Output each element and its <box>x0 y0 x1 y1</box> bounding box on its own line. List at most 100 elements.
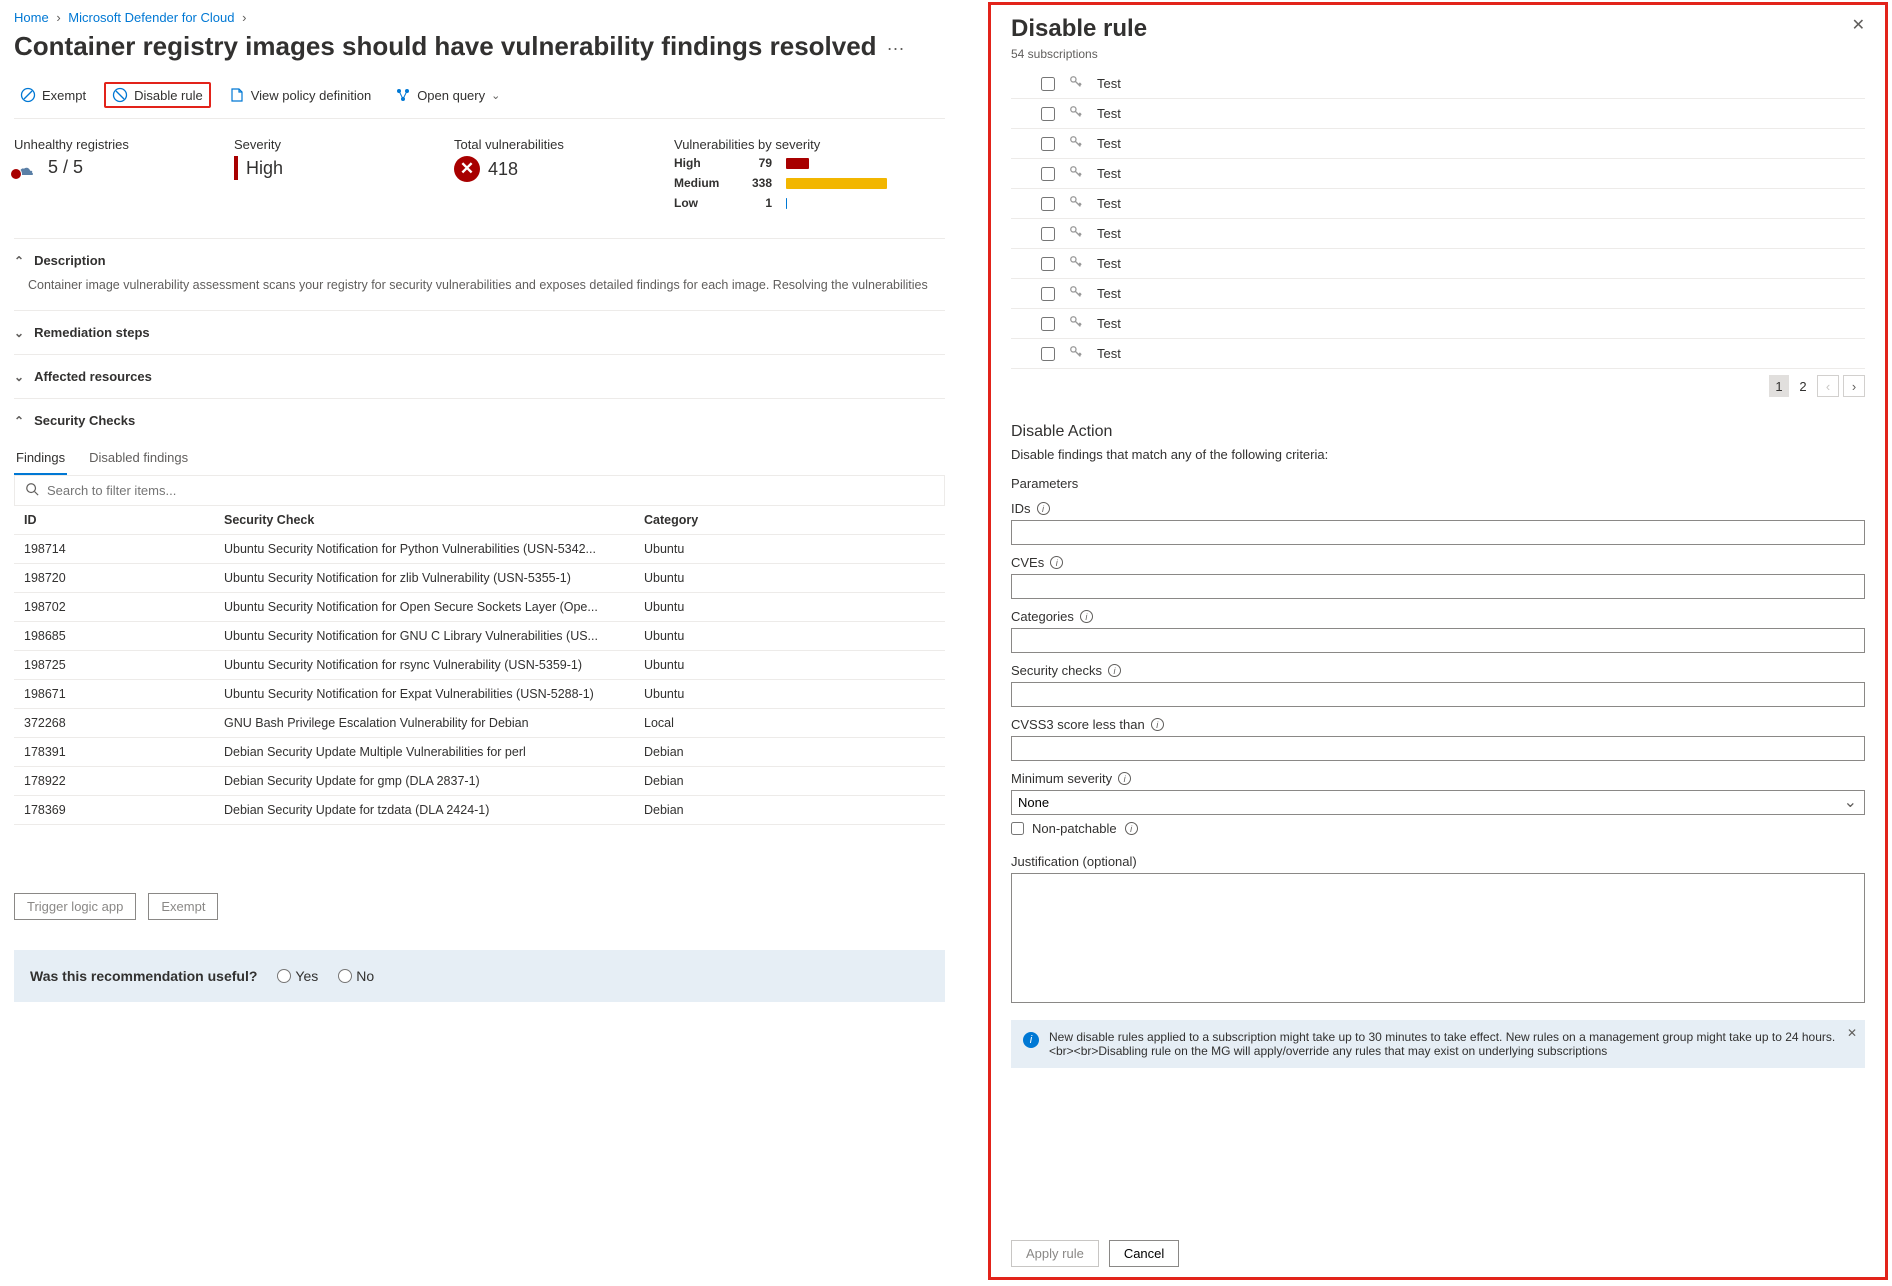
ids-input[interactable] <box>1011 520 1865 545</box>
info-icon[interactable]: i <box>1118 772 1131 785</box>
dismiss-banner-icon[interactable]: ✕ <box>1847 1026 1857 1040</box>
subscription-checkbox[interactable] <box>1041 257 1055 271</box>
query-icon <box>395 87 411 103</box>
subscription-row[interactable]: Test <box>1011 159 1865 189</box>
table-row[interactable]: 198714Ubuntu Security Notification for P… <box>14 535 945 564</box>
subscription-checkbox[interactable] <box>1041 317 1055 331</box>
info-icon[interactable]: i <box>1125 822 1138 835</box>
table-row[interactable]: 198725Ubuntu Security Notification for r… <box>14 651 945 680</box>
min-severity-select[interactable]: None <box>1011 790 1865 815</box>
table-row[interactable]: 198671Ubuntu Security Notification for E… <box>14 680 945 709</box>
metric-label: Vulnerabilities by severity <box>674 137 916 152</box>
table-row[interactable]: 178922Debian Security Update for gmp (DL… <box>14 767 945 796</box>
table-row[interactable]: 178369Debian Security Update for tzdata … <box>14 796 945 825</box>
view-policy-button[interactable]: View policy definition <box>223 84 377 106</box>
section-title: Affected resources <box>34 369 152 384</box>
metric-label: Unhealthy registries <box>14 137 154 152</box>
section-toggle[interactable]: ⌄ Affected resources <box>14 363 945 390</box>
col-security-check[interactable]: Security Check <box>214 506 634 535</box>
page-2[interactable]: 2 <box>1793 375 1813 397</box>
col-category[interactable]: Category <box>634 506 945 535</box>
subscription-row[interactable]: Test <box>1011 309 1865 339</box>
search-input[interactable] <box>47 483 934 498</box>
section-title: Description <box>34 253 106 268</box>
trigger-logic-app-button[interactable]: Trigger logic app <box>14 893 136 920</box>
categories-input[interactable] <box>1011 628 1865 653</box>
section-toggle[interactable]: ⌄ Remediation steps <box>14 319 945 346</box>
subscription-checkbox[interactable] <box>1041 227 1055 241</box>
footer-actions: Trigger logic app Exempt <box>14 893 945 920</box>
subscription-row[interactable]: Test <box>1011 69 1865 99</box>
cell-category: Local <box>634 709 945 738</box>
non-patchable-label: Non-patchable <box>1032 821 1117 836</box>
feedback-no[interactable]: No <box>338 968 374 984</box>
table-row[interactable]: 372268GNU Bash Privilege Escalation Vuln… <box>14 709 945 738</box>
subscription-checkbox[interactable] <box>1041 107 1055 121</box>
subscription-row[interactable]: Test <box>1011 129 1865 159</box>
subscription-checkbox[interactable] <box>1041 77 1055 91</box>
cves-input[interactable] <box>1011 574 1865 599</box>
key-icon <box>1069 165 1083 182</box>
breadcrumb-home[interactable]: Home <box>14 10 49 25</box>
page-1[interactable]: 1 <box>1769 375 1789 397</box>
subscription-checkbox[interactable] <box>1041 137 1055 151</box>
subscription-row[interactable]: Test <box>1011 189 1865 219</box>
subscription-row[interactable]: Test <box>1011 99 1865 129</box>
page-prev[interactable]: ‹ <box>1817 375 1839 397</box>
chevron-down-icon: ⌄ <box>14 326 24 340</box>
justification-textarea[interactable] <box>1011 873 1865 1003</box>
table-row[interactable]: 178391Debian Security Update Multiple Vu… <box>14 738 945 767</box>
close-icon[interactable]: ✕ <box>1852 15 1865 35</box>
cell-category: Debian <box>634 767 945 796</box>
severity-count: 1 <box>742 196 772 210</box>
info-icon[interactable]: i <box>1080 610 1093 623</box>
severity-name: High <box>674 156 728 170</box>
table-row[interactable]: 198702Ubuntu Security Notification for O… <box>14 593 945 622</box>
subscription-checkbox[interactable] <box>1041 167 1055 181</box>
disable-rule-panel: Disable rule ✕ 54 subscriptions TestTest… <box>988 2 1888 1280</box>
section-toggle[interactable]: ⌃ Security Checks <box>14 407 945 434</box>
section-toggle[interactable]: ⌃ Description <box>14 247 945 274</box>
subscription-row[interactable]: Test <box>1011 279 1865 309</box>
exempt-button-footer[interactable]: Exempt <box>148 893 218 920</box>
apply-rule-button[interactable]: Apply rule <box>1011 1240 1099 1267</box>
toolbar: Exempt Disable rule View policy definiti… <box>14 76 945 119</box>
feedback-yes[interactable]: Yes <box>277 968 318 984</box>
subscription-row[interactable]: Test <box>1011 219 1865 249</box>
breadcrumb-defender[interactable]: Microsoft Defender for Cloud <box>68 10 234 25</box>
chevron-down-icon: ⌄ <box>14 370 24 384</box>
severity-bar-icon <box>234 156 238 180</box>
cvss-input[interactable] <box>1011 736 1865 761</box>
metric-label: Total vulnerabilities <box>454 137 594 152</box>
subtabs: Findings Disabled findings <box>14 444 945 476</box>
metric-severity: Severity High <box>234 137 374 216</box>
severity-bar <box>786 178 916 189</box>
subscription-checkbox[interactable] <box>1041 347 1055 361</box>
severity-row: High79 <box>674 156 916 170</box>
open-query-button[interactable]: Open query ⌄ <box>389 84 506 106</box>
tab-disabled-findings[interactable]: Disabled findings <box>87 444 190 475</box>
info-icon[interactable]: i <box>1050 556 1063 569</box>
subscription-row[interactable]: Test <box>1011 249 1865 279</box>
info-circle-icon: i <box>1023 1032 1039 1048</box>
info-icon[interactable]: i <box>1108 664 1121 677</box>
subscription-row[interactable]: Test <box>1011 339 1865 369</box>
disable-rule-button[interactable]: Disable rule <box>104 82 211 108</box>
table-row[interactable]: 198720Ubuntu Security Notification for z… <box>14 564 945 593</box>
metric-unhealthy-registries: Unhealthy registries ☁ 5 / 5 <box>14 137 154 216</box>
col-id[interactable]: ID <box>14 506 214 535</box>
security-checks-input[interactable] <box>1011 682 1865 707</box>
tab-findings[interactable]: Findings <box>14 444 67 475</box>
non-patchable-checkbox[interactable] <box>1011 822 1024 835</box>
exempt-button[interactable]: Exempt <box>14 84 92 106</box>
more-icon[interactable]: ··· <box>887 38 905 69</box>
page-next[interactable]: › <box>1843 375 1865 397</box>
cancel-button[interactable]: Cancel <box>1109 1240 1179 1267</box>
info-icon[interactable]: i <box>1151 718 1164 731</box>
info-icon[interactable]: i <box>1037 502 1050 515</box>
panel-footer: Apply rule Cancel <box>991 1232 1885 1277</box>
disable-icon <box>112 87 128 103</box>
subscription-checkbox[interactable] <box>1041 197 1055 211</box>
subscription-checkbox[interactable] <box>1041 287 1055 301</box>
table-row[interactable]: 198685Ubuntu Security Notification for G… <box>14 622 945 651</box>
